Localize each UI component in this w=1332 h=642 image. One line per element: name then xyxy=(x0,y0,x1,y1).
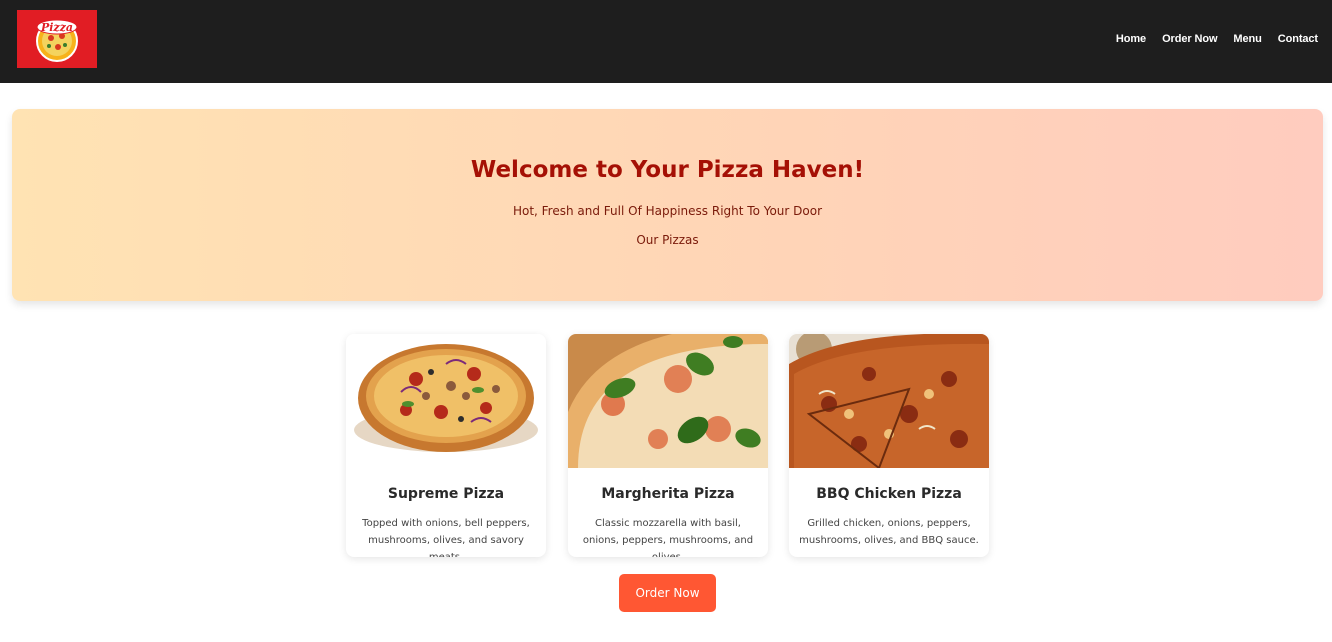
pizza-description: Classic mozzarella with basil, onions, p… xyxy=(582,518,754,557)
pizza-description: Topped with onions, bell peppers, mushro… xyxy=(362,518,530,557)
hero-subtitle: Hot, Fresh and Full Of Happiness Right T… xyxy=(512,204,823,218)
pizza-card-supreme[interactable]: Supreme Pizza Topped with onions, bell p… xyxy=(346,334,546,557)
logo-text: Pizza xyxy=(40,21,73,34)
pizza-card-bbq-chicken[interactable]: BBQ Chicken Pizza Grilled chicken, onion… xyxy=(789,334,989,557)
pizza-name: Supreme Pizza xyxy=(387,486,505,502)
pizza-name: Margherita Pizza xyxy=(601,486,735,502)
hero-banner: Welcome to Your Pizza Haven! Hot, Fresh … xyxy=(12,109,1323,301)
nav-links: Home Order Now Menu Contact xyxy=(1116,33,1318,45)
pizza-logo[interactable]: Pizza xyxy=(17,10,97,68)
pizza-description: Grilled chicken, onions, peppers, mushro… xyxy=(799,518,979,546)
nav-link-contact[interactable]: Contact xyxy=(1278,33,1318,45)
nav-link-menu[interactable]: Menu xyxy=(1233,33,1261,45)
hero-title: Welcome to Your Pizza Haven! xyxy=(470,157,865,183)
pizza-card-margherita[interactable]: Margherita Pizza Classic mozzarella with… xyxy=(568,334,768,557)
order-now-button[interactable]: Order Now xyxy=(619,574,716,612)
nav-link-order-now[interactable]: Order Now xyxy=(1162,33,1217,45)
margherita-pizza-image xyxy=(568,334,768,468)
bbq-chicken-pizza-image xyxy=(789,334,989,468)
section-label: Our Pizzas xyxy=(636,233,699,247)
supreme-pizza-image xyxy=(346,334,546,468)
pizza-name: BBQ Chicken Pizza xyxy=(816,486,962,502)
pizza-logo-icon: Pizza xyxy=(36,19,78,62)
nav-link-home[interactable]: Home xyxy=(1116,33,1146,45)
navbar: Pizza Home Order Now Menu Contact xyxy=(0,0,1332,83)
